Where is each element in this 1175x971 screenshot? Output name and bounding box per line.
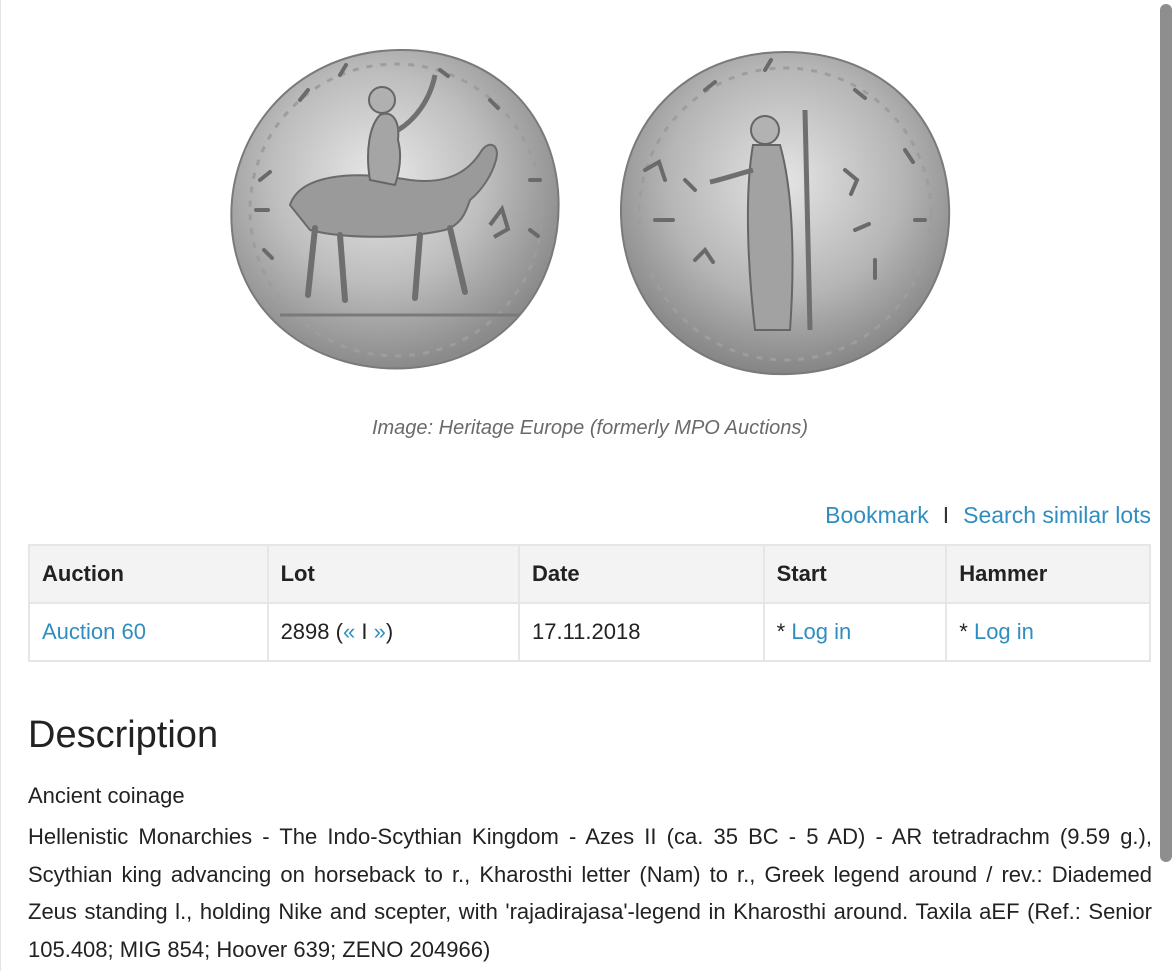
lot-info-table: Auction Lot Date Start Hammer Auction 60… [28, 544, 1151, 662]
previous-lot-link[interactable]: « [343, 619, 355, 644]
coin-reverse [619, 50, 951, 376]
search-similar-lots-link[interactable]: Search similar lots [963, 502, 1151, 529]
cell-auction: Auction 60 [28, 602, 269, 662]
lot-paren-open: ( [329, 619, 343, 644]
cell-start: * Log in [762, 602, 948, 662]
cell-lot: 2898 (« I ») [266, 602, 520, 662]
auction-link[interactable]: Auction 60 [42, 619, 146, 644]
description-category: Ancient coinage [28, 783, 185, 808]
coin-obverse [230, 48, 560, 370]
header-auction: Auction [28, 544, 269, 604]
hammer-asterisk: * [959, 619, 974, 644]
hammer-login-link[interactable]: Log in [974, 619, 1034, 644]
actions-separator: I [942, 502, 950, 528]
next-lot-link[interactable]: » [374, 619, 386, 644]
coin-image[interactable] [220, 30, 965, 390]
image-caption: Image: Heritage Europe (formerly MPO Auc… [371, 417, 809, 439]
coin-photo-svg [230, 48, 951, 376]
description-heading: Description [28, 714, 219, 756]
lot-number: 2898 [280, 619, 330, 644]
start-login-link[interactable]: Log in [791, 619, 851, 644]
table-row: Auction 60 2898 (« I ») 17.11.2018 * Log… [28, 602, 1151, 662]
start-asterisk: * [776, 619, 792, 644]
lot-nav-separator: I [355, 619, 374, 644]
header-lot: Lot [266, 544, 520, 604]
cell-hammer: * Log in [945, 602, 1151, 662]
page-left-border [0, 0, 1, 971]
lot-page: Image: Heritage Europe (formerly MPO Auc… [0, 0, 1175, 971]
header-start: Start [762, 544, 948, 604]
bookmark-link[interactable]: Bookmark [825, 502, 929, 529]
scrollbar[interactable] [1157, 0, 1175, 971]
lot-paren-close: ) [385, 619, 394, 644]
header-date: Date [517, 544, 765, 604]
scrollbar-thumb[interactable] [1160, 4, 1172, 862]
cell-date: 17.11.2018 [517, 602, 765, 662]
header-hammer: Hammer [945, 544, 1151, 604]
table-header-row: Auction Lot Date Start Hammer [28, 544, 1151, 604]
lot-actions: Bookmark I Search similar lots [825, 502, 1151, 529]
description-text: Hellenistic Monarchies - The Indo-Scythi… [28, 824, 1152, 962]
